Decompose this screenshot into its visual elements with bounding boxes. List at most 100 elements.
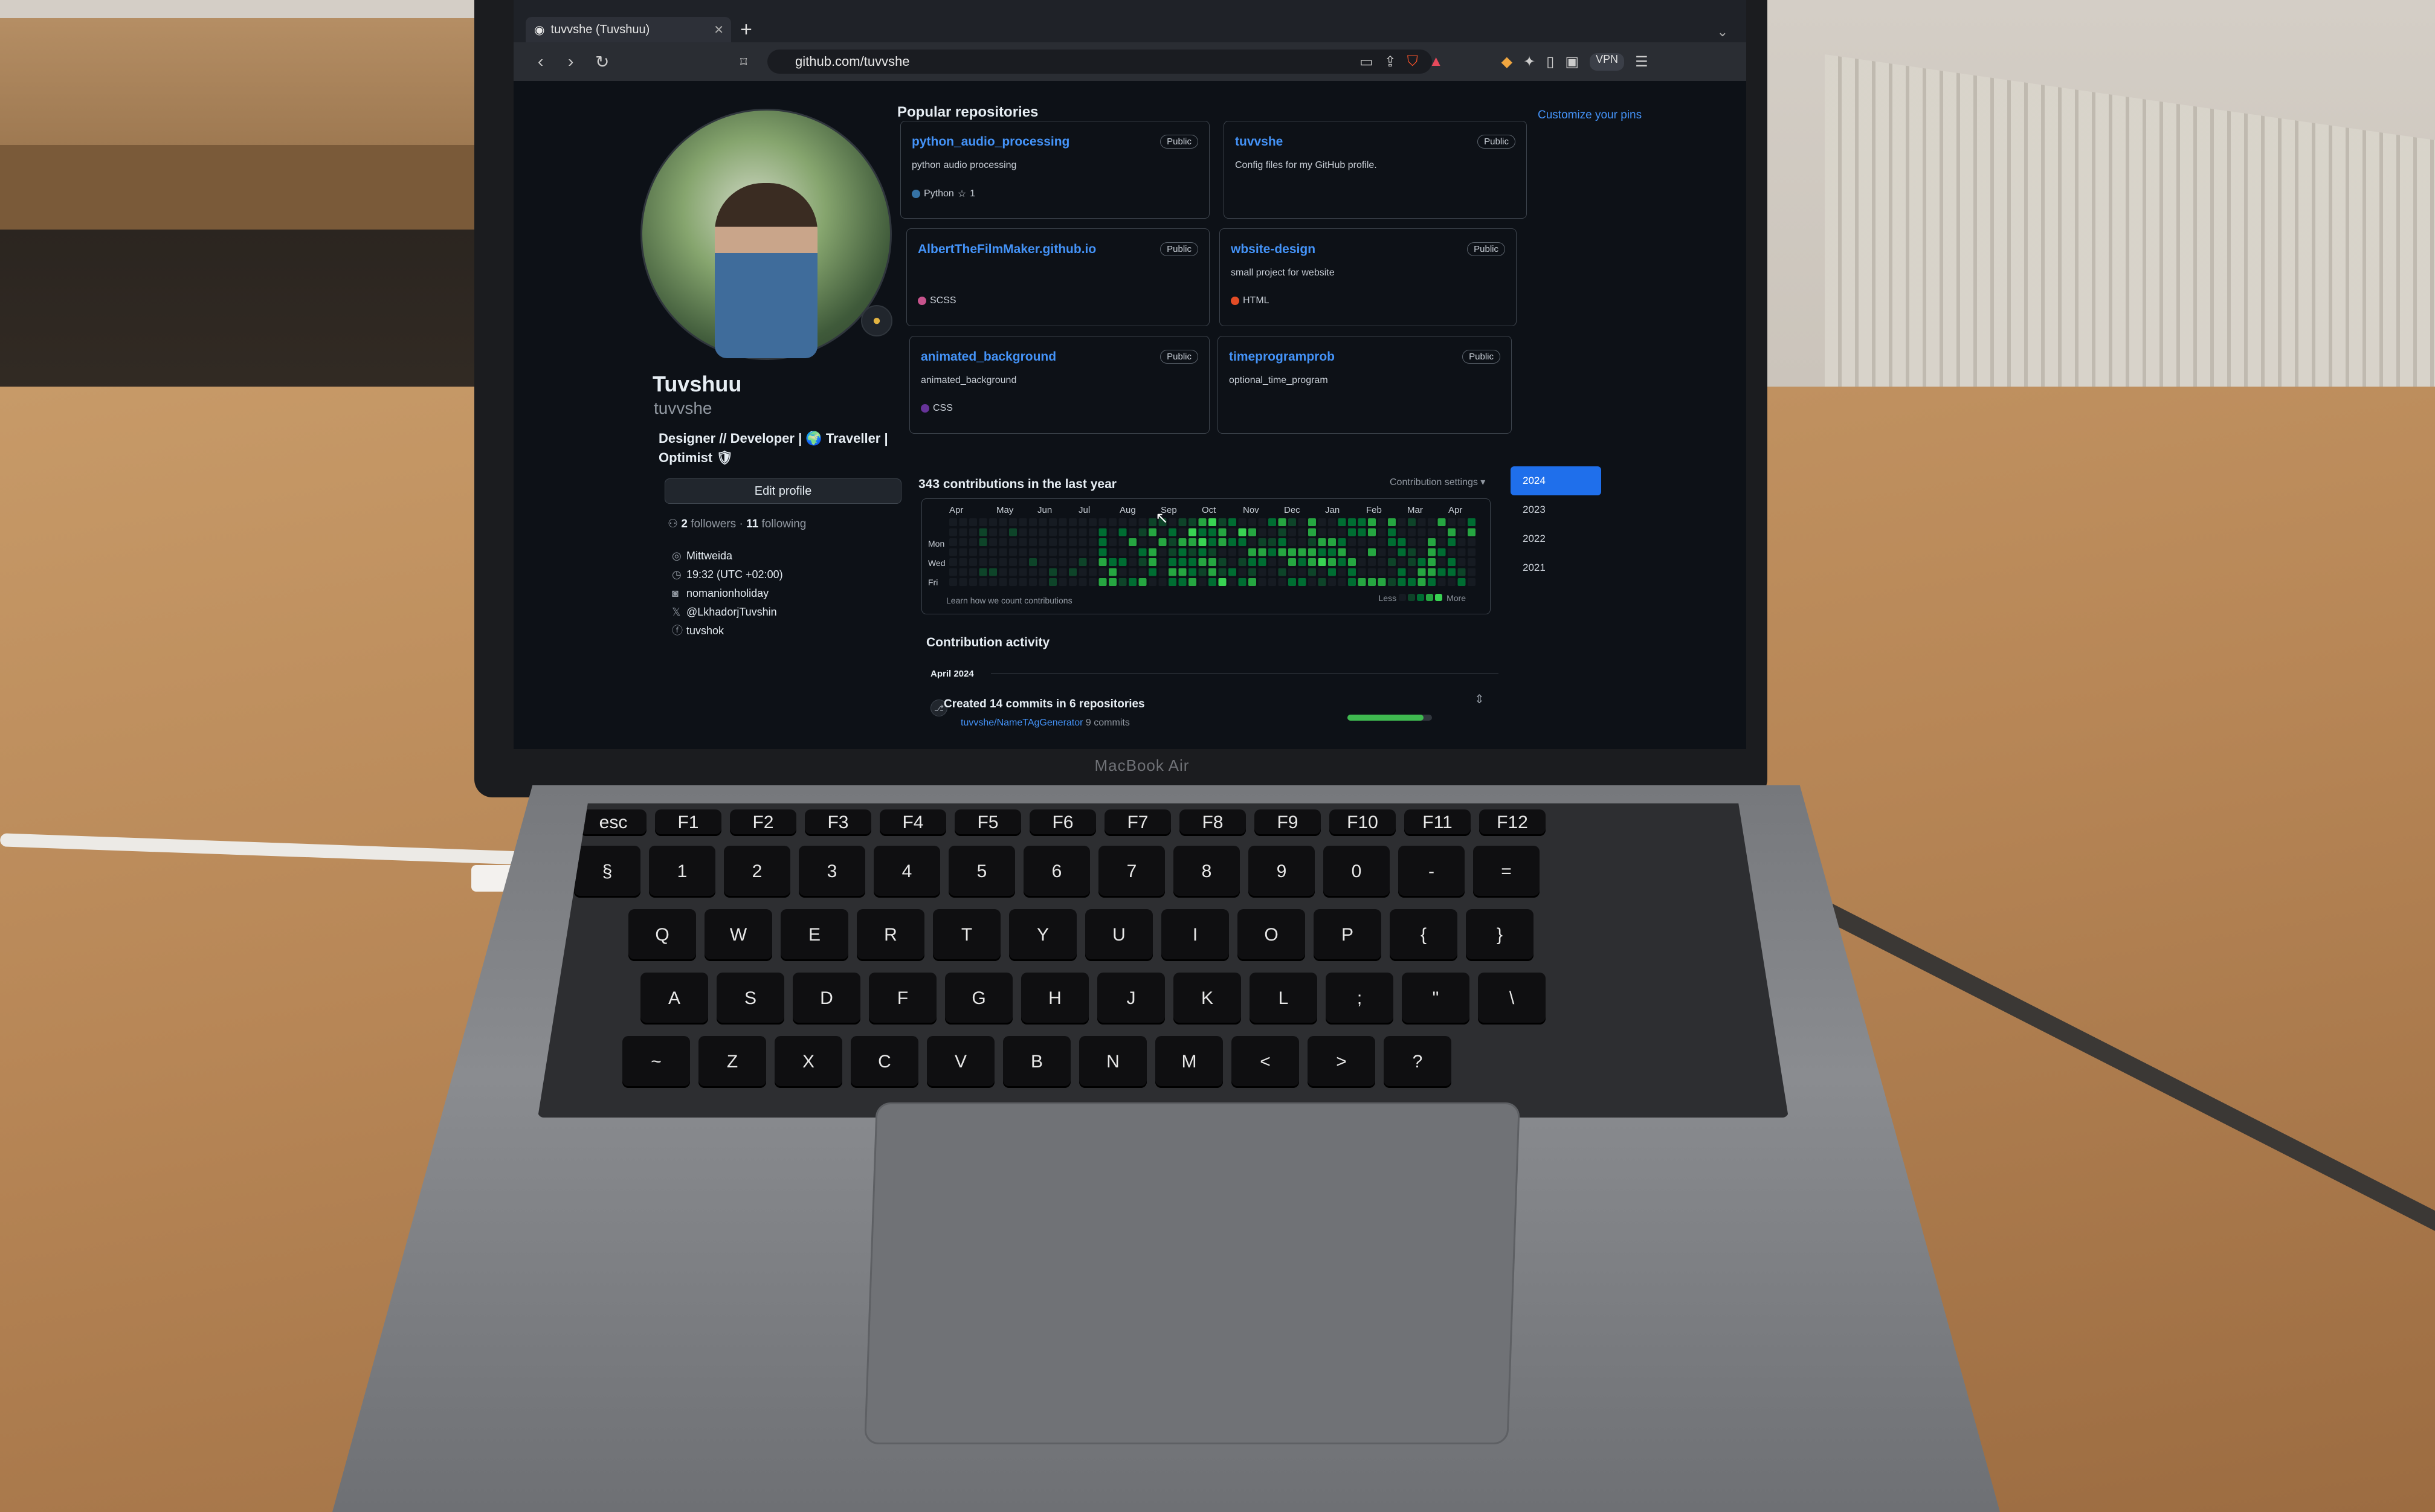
contribution-cell[interactable] xyxy=(1278,578,1286,586)
contribution-cell[interactable] xyxy=(969,518,977,526)
contribution-cell[interactable] xyxy=(1328,578,1336,586)
contribution-cell[interactable] xyxy=(1457,518,1466,526)
contribution-cell[interactable] xyxy=(1268,538,1276,546)
contribution-cell[interactable] xyxy=(1278,558,1286,566)
contribution-cell[interactable] xyxy=(1138,528,1147,536)
contribution-cell[interactable] xyxy=(1198,558,1207,566)
contribution-cell[interactable] xyxy=(959,518,967,526)
contribution-cell[interactable] xyxy=(959,558,967,566)
key[interactable]: T xyxy=(933,909,1001,961)
contribution-cell[interactable] xyxy=(979,548,987,556)
contribution-cell[interactable] xyxy=(1437,568,1446,576)
key[interactable]: < xyxy=(1231,1036,1299,1088)
contribution-cell[interactable] xyxy=(1258,528,1266,536)
contribution-cell[interactable] xyxy=(1019,578,1027,586)
contribution-cell[interactable] xyxy=(1069,518,1077,526)
contribution-cell[interactable] xyxy=(1158,528,1167,536)
contribution-cell[interactable] xyxy=(1398,578,1406,586)
contribution-cell[interactable] xyxy=(1437,538,1446,546)
contribution-cell[interactable] xyxy=(1019,528,1027,536)
contribution-cell[interactable] xyxy=(1338,538,1346,546)
contribution-cell[interactable] xyxy=(949,528,957,536)
contribution-cell[interactable] xyxy=(1039,548,1047,556)
contribution-cell[interactable] xyxy=(1009,578,1017,586)
key[interactable]: 5 xyxy=(949,846,1015,898)
cast-icon[interactable]: ▭ xyxy=(1359,53,1373,71)
following-label[interactable]: following xyxy=(761,518,806,530)
contribution-cell[interactable] xyxy=(1448,528,1456,536)
contribution-cell[interactable] xyxy=(1069,578,1077,586)
contribution-cell[interactable] xyxy=(1129,528,1137,536)
contribution-cell[interactable] xyxy=(1428,518,1436,526)
contribution-cell[interactable] xyxy=(1417,528,1426,536)
key[interactable]: O xyxy=(1237,909,1305,961)
contribution-cell[interactable] xyxy=(1158,558,1167,566)
facebook-link[interactable]: tuvshok xyxy=(686,625,724,637)
contribution-cell[interactable] xyxy=(1298,548,1306,556)
key[interactable]: Z xyxy=(698,1036,766,1088)
contribution-cell[interactable] xyxy=(1288,548,1296,556)
contribution-cell[interactable] xyxy=(1109,518,1117,526)
contribution-cell[interactable] xyxy=(1298,558,1306,566)
key[interactable]: E xyxy=(781,909,848,961)
key[interactable]: B xyxy=(1003,1036,1071,1088)
contribution-cell[interactable] xyxy=(1208,578,1216,586)
key[interactable]: I xyxy=(1161,909,1229,961)
repo-name[interactable]: python_audio_processing xyxy=(912,135,1069,149)
contribution-cell[interactable] xyxy=(1348,558,1356,566)
contribution-cell[interactable] xyxy=(1109,548,1117,556)
contribution-cell[interactable] xyxy=(1009,528,1017,536)
contribution-cell[interactable] xyxy=(1019,518,1027,526)
contribution-cell[interactable] xyxy=(1029,558,1037,566)
contribution-cell[interactable] xyxy=(1118,538,1127,546)
contribution-cell[interactable] xyxy=(1258,568,1266,576)
contribution-cell[interactable] xyxy=(1437,578,1446,586)
contribution-cell[interactable] xyxy=(1238,558,1247,566)
instagram-link[interactable]: nomanionholiday xyxy=(686,587,769,599)
contribution-cell[interactable] xyxy=(1308,558,1316,566)
contribution-cell[interactable] xyxy=(1388,548,1396,556)
key[interactable]: \ xyxy=(1478,973,1546,1025)
forward-icon[interactable]: › xyxy=(568,52,573,71)
contribution-cell[interactable] xyxy=(1428,558,1436,566)
contribution-cell[interactable] xyxy=(1238,578,1247,586)
contribution-cell[interactable] xyxy=(1268,528,1276,536)
contribution-cell[interactable] xyxy=(1398,568,1406,576)
key[interactable]: S xyxy=(717,973,784,1025)
contribution-cell[interactable] xyxy=(1158,548,1167,556)
contribution-cell[interactable] xyxy=(1129,558,1137,566)
contribution-cell[interactable] xyxy=(1408,538,1416,546)
key[interactable]: 4 xyxy=(874,846,940,898)
contribution-cell[interactable] xyxy=(1098,528,1107,536)
repo-card[interactable]: timeprogramprob Public optional_time_progr… xyxy=(1218,336,1512,434)
key[interactable]: D xyxy=(793,973,860,1025)
contribution-cell[interactable] xyxy=(1019,568,1027,576)
contribution-cell[interactable] xyxy=(1348,548,1356,556)
contribution-cell[interactable] xyxy=(1328,528,1336,536)
contribution-cell[interactable] xyxy=(1308,568,1316,576)
contribution-cell[interactable] xyxy=(1268,548,1276,556)
contribution-cell[interactable] xyxy=(1188,548,1196,556)
contribution-cell[interactable] xyxy=(1029,568,1037,576)
bookmark-icon[interactable]: ⌑ xyxy=(740,54,747,70)
contribution-cell[interactable] xyxy=(1138,558,1147,566)
contribution-cell[interactable] xyxy=(1188,528,1196,536)
key[interactable]: 1 xyxy=(649,846,715,898)
contribution-cell[interactable] xyxy=(1398,558,1406,566)
contribution-cell[interactable] xyxy=(1029,518,1037,526)
contribution-cell[interactable] xyxy=(1358,558,1366,566)
key[interactable]: ; xyxy=(1326,973,1393,1025)
contribution-cell[interactable] xyxy=(1039,528,1047,536)
contribution-cell[interactable] xyxy=(1408,518,1416,526)
customize-pins-link[interactable]: Customize your pins xyxy=(1538,109,1642,122)
contribution-cell[interactable] xyxy=(1428,538,1436,546)
contribution-cell[interactable] xyxy=(1228,528,1236,536)
contribution-cell[interactable] xyxy=(1328,568,1336,576)
contribution-cell[interactable] xyxy=(1079,568,1087,576)
contribution-cell[interactable] xyxy=(1448,518,1456,526)
contribution-cell[interactable] xyxy=(1378,538,1386,546)
contribution-cell[interactable] xyxy=(1059,568,1067,576)
contribution-cell[interactable] xyxy=(1358,518,1366,526)
contribution-cell[interactable] xyxy=(1417,538,1426,546)
contribution-cell[interactable] xyxy=(1059,528,1067,536)
